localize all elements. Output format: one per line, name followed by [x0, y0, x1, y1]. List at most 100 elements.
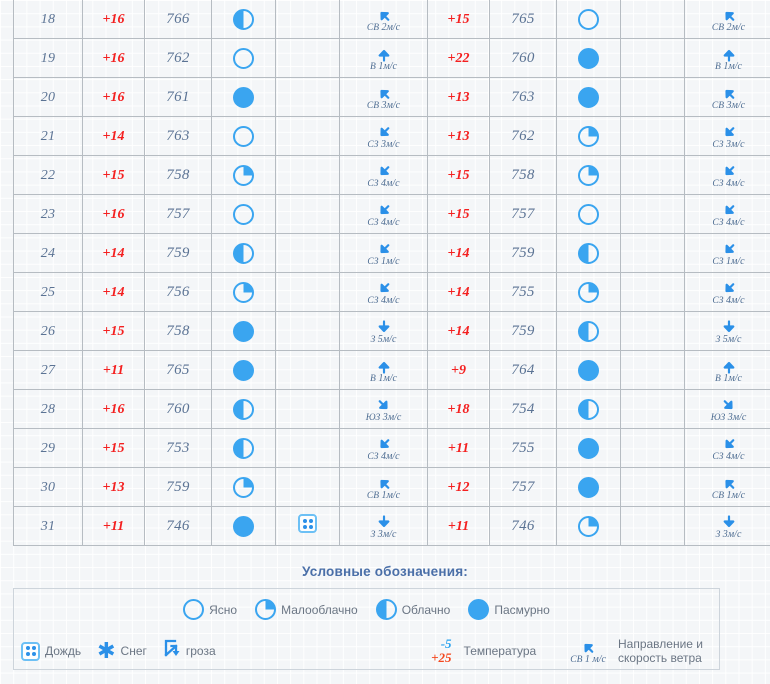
cell-day-pressure: 763 — [144, 116, 212, 156]
cell-day: 27 — [13, 350, 83, 390]
cell-night-temperature: +9 — [427, 350, 490, 390]
cell-day-pressure: 766 — [144, 0, 212, 39]
cell-day-wind: СВ 2м/с — [339, 0, 428, 39]
cell-day: 29 — [13, 428, 83, 468]
cell-night-wind: СЗ 1м/с — [684, 233, 770, 273]
wind-label: СЗ 4м/с — [367, 294, 400, 306]
cell-day-phenomena — [275, 506, 340, 546]
wind-label: СЗ 3м/с — [712, 138, 745, 150]
cell-night-wind: СЗ 3м/с — [684, 116, 770, 156]
cell-day-cloudiness — [211, 350, 276, 390]
wind-label: СЗ 4м/с — [712, 450, 745, 462]
cell-night-cloudiness — [556, 0, 621, 39]
cell-night-temperature: +11 — [427, 428, 490, 468]
clear-circle-icon — [233, 125, 254, 147]
table-row: 18 +16 766 СВ 2м/с +15 765 СВ 2м/с — [13, 0, 770, 39]
wind-night: СЗ 4м/с — [685, 434, 770, 463]
cell-night-wind: СЗ 4м/с — [684, 272, 770, 312]
cell-day-wind: З 3м/с — [339, 506, 428, 546]
cell-day-cloudiness — [211, 506, 276, 546]
wind-label: СВ 3м/с — [711, 99, 746, 111]
wind-night: СЗ 4м/с — [685, 161, 770, 190]
wind-label: СЗ 4м/с — [712, 294, 745, 306]
wind-label: СЗ 4м/с — [367, 450, 400, 462]
cell-night-phenomena — [620, 467, 685, 507]
wind-label: З 3м/с — [370, 528, 397, 540]
cell-day-cloudiness — [211, 311, 276, 351]
cell-night-cloudiness — [556, 350, 621, 390]
clear-circle-icon — [233, 203, 254, 225]
cell-night-cloudiness — [556, 467, 621, 507]
legend-item-rain: Дождь — [21, 641, 81, 661]
cell-night-phenomena — [620, 233, 685, 273]
cell-day: 26 — [13, 311, 83, 351]
wind-day: СЗ 4м/с — [340, 278, 427, 307]
cell-night-phenomena — [620, 428, 685, 468]
cell-day-wind: СЗ 1м/с — [339, 233, 428, 273]
cell-day-temperature: +16 — [82, 77, 145, 117]
cell-night-pressure: 757 — [489, 467, 557, 507]
cell-night-temperature: +14 — [427, 272, 490, 312]
legend-item-label: Пасмурно — [494, 602, 550, 617]
wind-night: СЗ 4м/с — [685, 278, 770, 307]
cell-day-pressure: 759 — [144, 467, 212, 507]
cell-night-phenomena — [620, 350, 685, 390]
cell-day: 20 — [13, 77, 83, 117]
wind-day: СЗ 4м/с — [340, 434, 427, 463]
cell-day-cloudiness — [211, 467, 276, 507]
cell-night-wind: СВ 1м/с — [684, 467, 770, 507]
wind-label: З 5м/с — [715, 333, 742, 345]
weather-table: 18 +16 766 СВ 2м/с +15 765 СВ 2м/с 19 +16 762 В 1м… — [13, 0, 770, 546]
cell-day-pressure: 758 — [144, 311, 212, 351]
wind-key-label-text: Направление и скорость ветра — [618, 637, 703, 665]
cell-night-cloudiness — [556, 116, 621, 156]
cell-night-temperature: +15 — [427, 0, 490, 39]
cell-day-phenomena — [275, 194, 340, 234]
cell-day: 31 — [13, 506, 83, 546]
cell-night-pressure: 759 — [489, 233, 557, 273]
wind-night: СВ 2м/с — [685, 5, 770, 34]
cell-day: 25 — [13, 272, 83, 312]
cell-night-temperature: +14 — [427, 233, 490, 273]
cell-day-pressure: 756 — [144, 272, 212, 312]
thunderstorm-icon — [163, 639, 181, 664]
cell-day-temperature: +15 — [82, 311, 145, 351]
clear-circle-icon — [233, 47, 254, 69]
overcast-icon — [578, 47, 599, 69]
partly-cloudy-icon — [578, 515, 599, 537]
wind-night: З 5м/с — [685, 317, 770, 346]
wind-night: В 1м/с — [685, 44, 770, 73]
partly-cloudy-icon — [578, 125, 599, 147]
cell-night-phenomena — [620, 77, 685, 117]
partly-cloudy-icon — [255, 599, 277, 620]
wind-night: СЗ 1м/с — [685, 239, 770, 268]
table-row: 21 +14 763 СЗ 3м/с +13 762 СЗ 3м/с — [13, 116, 770, 156]
cell-night-wind: З 5м/с — [684, 311, 770, 351]
cell-day-phenomena — [275, 38, 340, 78]
wind-night: З 3м/с — [685, 512, 770, 541]
cell-day: 18 — [13, 0, 83, 39]
wind-label: СВ 1м/с — [711, 489, 746, 501]
cell-day-cloudiness — [211, 155, 276, 195]
cell-day-wind: СВ 3м/с — [339, 77, 428, 117]
cell-day-phenomena — [275, 77, 340, 117]
table-row: 31 +11 746 З 3м/с +11 746 З 3м/с — [13, 506, 770, 546]
cell-day-cloudiness — [211, 77, 276, 117]
cell-day-cloudiness — [211, 428, 276, 468]
table-row: 23 +16 757 СЗ 4м/с +15 757 СЗ 4м/с — [13, 194, 770, 234]
cell-day-pressure: 761 — [144, 77, 212, 117]
cell-day-phenomena — [275, 350, 340, 390]
cell-day-temperature: +14 — [82, 272, 145, 312]
legend-item-label: Облачно — [401, 602, 451, 617]
cell-day: 21 — [13, 116, 83, 156]
wind-label: СЗ 1м/с — [367, 255, 400, 267]
wind-night: СЗ 4м/с — [685, 200, 770, 229]
cell-night-cloudiness — [556, 194, 621, 234]
table-row: 26 +15 758 З 5м/с +14 759 З 5м/с — [13, 311, 770, 351]
cell-day-wind: СВ 1м/с — [339, 467, 428, 507]
legend-box: Ясно Малооблачно Облачно Пасмурно Дождь ✱ Сне… — [13, 588, 720, 670]
wind-label: СЗ 4м/с — [712, 177, 745, 189]
wind-label: СВ 1м/с — [366, 489, 401, 501]
wind-day: В 1м/с — [340, 356, 427, 385]
partly-cloudy-icon — [578, 164, 599, 186]
